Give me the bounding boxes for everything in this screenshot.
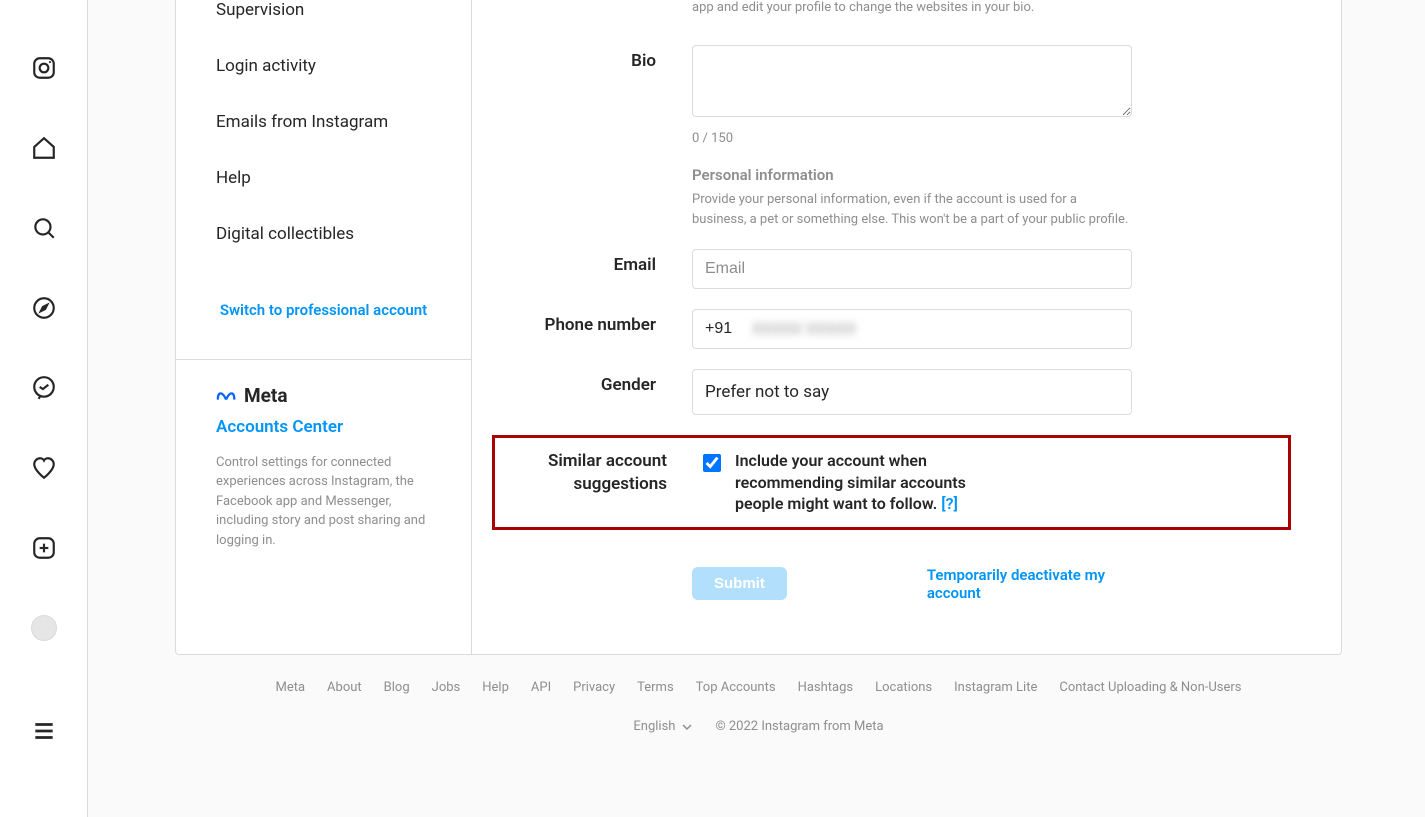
submit-button[interactable]: Submit <box>692 567 787 600</box>
footer-link[interactable]: Blog <box>384 680 410 695</box>
instagram-logo-icon[interactable] <box>20 44 68 92</box>
footer-link[interactable]: Help <box>482 680 509 695</box>
sidebar-item-login-activity[interactable]: Login activity <box>176 38 471 94</box>
sidebar-item-help[interactable]: Help <box>176 150 471 206</box>
footer-link[interactable]: Terms <box>637 680 674 695</box>
page-footer: Meta About Blog Jobs Help API Privacy Te… <box>175 680 1342 734</box>
switch-professional-link[interactable]: Switch to professional account <box>176 262 471 359</box>
footer-link[interactable]: Privacy <box>573 680 615 695</box>
meta-accounts-box: Meta Accounts Center Control settings fo… <box>176 359 471 575</box>
footer-link[interactable]: Contact Uploading & Non-Users <box>1059 680 1241 695</box>
meta-logo: Meta <box>216 384 431 407</box>
bio-char-count: 0 / 150 <box>692 131 1132 146</box>
email-label: Email <box>492 249 692 289</box>
similar-help-link[interactable]: [?] <box>941 494 958 513</box>
settings-main-card: Supervision Login activity Emails from I… <box>175 0 1342 655</box>
accounts-center-link[interactable]: Accounts Center <box>216 417 431 437</box>
similar-account-highlight-box: Similar accountsuggestions Include your … <box>492 435 1291 530</box>
footer-link[interactable]: API <box>531 680 551 695</box>
chevron-down-icon <box>681 721 693 733</box>
bio-label: Bio <box>492 45 692 146</box>
sidebar-item-digital-collectibles[interactable]: Digital collectibles <box>176 206 471 262</box>
similar-account-checkbox[interactable] <box>703 454 721 472</box>
explore-compass-icon[interactable] <box>20 284 68 332</box>
meta-brand-text: Meta <box>244 384 288 407</box>
settings-sidebar: Supervision Login activity Emails from I… <box>176 0 472 654</box>
edit-profile-content: app and edit your profile to change the … <box>472 0 1341 654</box>
similar-account-label: Similar accountsuggestions <box>503 450 703 515</box>
profile-avatar-icon[interactable] <box>20 604 68 652</box>
footer-copyright: © 2022 Instagram from Meta <box>715 719 883 734</box>
footer-link[interactable]: Locations <box>875 680 932 695</box>
sidebar-item-emails[interactable]: Emails from Instagram <box>176 94 471 150</box>
footer-link[interactable]: Hashtags <box>798 680 854 695</box>
footer-link[interactable]: About <box>327 680 362 695</box>
notifications-heart-icon[interactable] <box>20 444 68 492</box>
phone-blurred-segment: XXXXX XXXXX <box>752 319 856 338</box>
bio-textarea[interactable] <box>692 45 1132 117</box>
footer-links: Meta About Blog Jobs Help API Privacy Te… <box>175 680 1342 695</box>
phone-label: Phone number <box>492 309 692 349</box>
footer-link[interactable]: Jobs <box>432 680 461 695</box>
language-selector[interactable]: English <box>633 719 693 734</box>
meta-description: Control settings for connected experienc… <box>216 453 431 551</box>
gender-label: Gender <box>492 369 692 415</box>
sidebar-item-supervision[interactable]: Supervision <box>176 0 471 38</box>
left-nav-rail <box>0 0 88 817</box>
create-plus-icon[interactable] <box>20 524 68 572</box>
hamburger-menu-icon[interactable] <box>20 707 68 755</box>
gender-select[interactable]: Prefer not to say <box>692 369 1132 415</box>
footer-link[interactable]: Instagram Lite <box>954 680 1037 695</box>
website-hint-truncated: app and edit your profile to change the … <box>692 0 1132 15</box>
footer-link[interactable]: Top Accounts <box>696 680 776 695</box>
personal-info-desc: Provide your personal information, even … <box>692 190 1132 229</box>
home-icon[interactable] <box>20 124 68 172</box>
personal-info-title: Personal information <box>692 166 1132 184</box>
messages-icon[interactable] <box>20 364 68 412</box>
footer-link[interactable]: Meta <box>275 680 305 695</box>
deactivate-account-link[interactable]: Temporarily deactivate my account <box>927 566 1132 602</box>
search-icon[interactable] <box>20 204 68 252</box>
similar-account-text: Include your account when recommending s… <box>735 450 995 515</box>
email-input[interactable] <box>692 249 1132 289</box>
